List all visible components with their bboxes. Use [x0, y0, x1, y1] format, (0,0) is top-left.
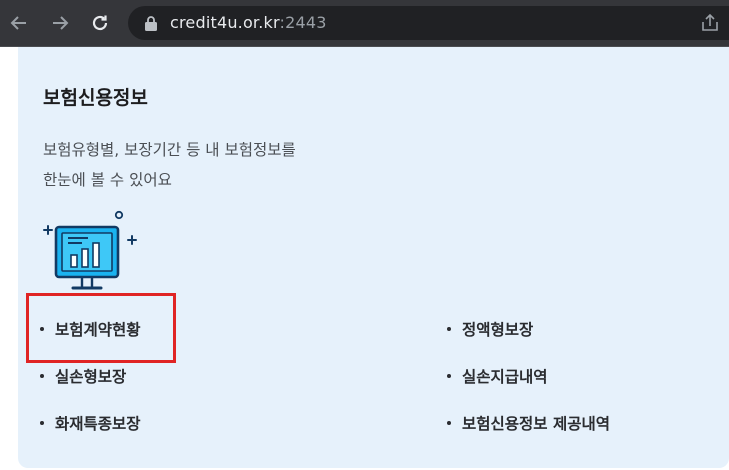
arrow-left-icon	[10, 16, 26, 30]
menu-item-label: 실손형보장	[55, 368, 127, 386]
bullet	[447, 327, 451, 331]
menu-item-label: 정액형보장	[462, 321, 534, 339]
menu-item-label: 실손지급내역	[462, 368, 548, 386]
menu-item-label: 보험계약현황	[55, 321, 141, 339]
card-desc-line2: 한눈에 볼 수 있어요	[43, 171, 172, 189]
menu-item-indemnity-coverage[interactable]: 실손형보장	[40, 365, 126, 387]
monitor-chart-icon	[43, 210, 137, 290]
forward-button[interactable]	[46, 9, 74, 37]
bullet	[40, 421, 44, 425]
lock-icon	[145, 16, 157, 31]
card-desc-line1: 보험유형별, 보장기간 등 내 보험정보를	[43, 141, 296, 159]
bullet	[447, 421, 451, 425]
menu-item-label: 보험신용정보 제공내역	[462, 415, 610, 433]
browser-toolbar: credit4u.or.kr:2443	[0, 0, 729, 46]
reload-button[interactable]	[86, 9, 114, 37]
reload-icon	[92, 15, 108, 31]
bullet	[40, 327, 44, 331]
menu-item-fire-special[interactable]: 화재특종보장	[40, 412, 141, 434]
menu-item-insurance-contracts[interactable]: 보험계약현황	[40, 318, 141, 340]
menu-item-indemnity-payments[interactable]: 실손지급내역	[447, 365, 548, 387]
insurance-credit-card: 보험신용정보 보험유형별, 보장기간 등 내 보험정보를 한눈에 볼 수 있어요…	[18, 47, 729, 468]
share-icon[interactable]	[699, 12, 721, 34]
arrow-right-icon	[53, 16, 69, 30]
menu-item-label: 화재특종보장	[55, 415, 141, 433]
url-host: credit4u.or.kr	[170, 13, 280, 32]
bullet	[40, 374, 44, 378]
card-title: 보험신용정보	[43, 87, 148, 109]
back-button[interactable]	[5, 9, 33, 37]
bullet	[447, 374, 451, 378]
menu-item-fixed-benefit[interactable]: 정액형보장	[447, 318, 533, 340]
menu-item-info-provision-history[interactable]: 보험신용정보 제공내역	[447, 412, 610, 434]
url-text: credit4u.or.kr:2443	[170, 12, 327, 34]
card-description: 보험유형별, 보장기간 등 내 보험정보를 한눈에 볼 수 있어요	[43, 135, 296, 195]
url-port: :2443	[279, 13, 327, 32]
address-bar[interactable]: credit4u.or.kr:2443	[128, 6, 729, 40]
